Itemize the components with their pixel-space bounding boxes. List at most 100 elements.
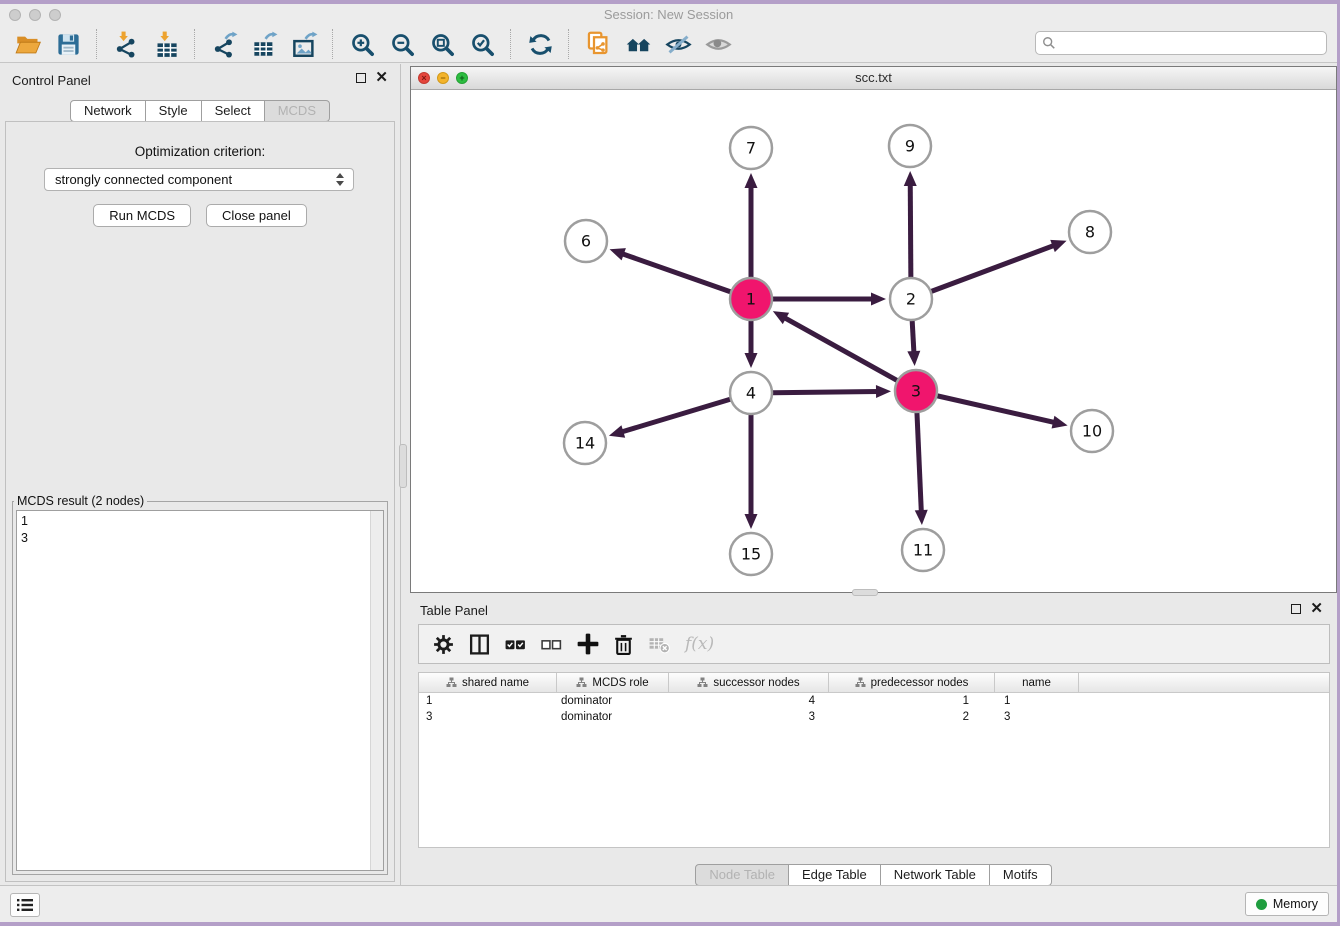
tab-mcds[interactable]: MCDS	[265, 100, 330, 122]
search-input[interactable]	[1056, 35, 1326, 51]
column-type-icon	[446, 677, 457, 688]
refresh-button[interactable]	[522, 28, 558, 60]
open-session-button[interactable]	[10, 28, 46, 60]
close-panel-button[interactable]: Close panel	[206, 204, 307, 227]
magnifier-plus-icon	[349, 31, 376, 58]
cell-mcds-role[interactable]: dominator	[557, 711, 669, 723]
import-table-button[interactable]	[148, 28, 184, 60]
window-title: Session: New Session	[0, 7, 1337, 22]
tab-motifs[interactable]: Motifs	[990, 864, 1052, 886]
graph-edge-arrowhead	[907, 351, 920, 366]
refresh-icon	[527, 31, 554, 58]
table-row[interactable]: 3 dominator 3 2 3	[419, 709, 1329, 725]
export-network-button[interactable]	[206, 28, 242, 60]
delete-column-button[interactable]	[609, 629, 638, 659]
graph-node-label: 10	[1082, 422, 1102, 441]
table-import-icon	[153, 31, 180, 58]
cell-mcds-role[interactable]: dominator	[557, 695, 669, 707]
application-window: Session: New Session	[0, 4, 1337, 922]
deselect-all-rows-button[interactable]	[537, 629, 566, 659]
graph-edge-arrowhead	[745, 173, 758, 188]
graph-edge-3-1[interactable]	[784, 318, 916, 391]
graph-edge-arrowhead	[610, 248, 626, 260]
mcds-result-list[interactable]: 1 3	[16, 510, 384, 871]
export-image-button[interactable]	[286, 28, 322, 60]
cell-name[interactable]: 1	[995, 695, 1079, 707]
cell-name[interactable]: 3	[995, 711, 1079, 723]
graph-edge-arrowhead	[876, 385, 891, 398]
control-panel-tabs: Network Style Select MCDS	[0, 100, 400, 122]
zoom-in-button[interactable]	[344, 28, 380, 60]
export-table-button[interactable]	[246, 28, 282, 60]
add-column-button[interactable]	[573, 629, 602, 659]
magnifier-fit-icon	[429, 31, 456, 58]
column-header-name[interactable]: name	[995, 673, 1079, 692]
close-panel-icon[interactable]: ✕	[375, 72, 388, 84]
graph-edge-2-8[interactable]	[911, 245, 1054, 299]
cell-predecessor-nodes[interactable]: 1	[829, 695, 995, 707]
delete-table-button[interactable]	[645, 629, 674, 659]
network-canvas[interactable]: 1234678910111415	[411, 90, 1336, 593]
column-header-shared-name[interactable]: shared name	[419, 673, 557, 692]
save-session-button[interactable]	[50, 28, 86, 60]
tab-edge-table[interactable]: Edge Table	[789, 864, 881, 886]
graph-edge-arrowhead	[745, 353, 758, 368]
mcds-result-title: MCDS result (2 nodes)	[14, 494, 147, 508]
run-mcds-button[interactable]: Run MCDS	[93, 204, 191, 227]
network-window-titlebar[interactable]: × − + scc.txt	[411, 67, 1336, 90]
show-column-panel-button[interactable]	[465, 629, 494, 659]
cell-predecessor-nodes[interactable]: 2	[829, 711, 995, 723]
search-field[interactable]	[1035, 31, 1327, 55]
column-header-mcds-role[interactable]: MCDS role	[557, 673, 669, 692]
tab-select[interactable]: Select	[202, 100, 265, 122]
import-network-button[interactable]	[108, 28, 144, 60]
cell-shared-name[interactable]: 3	[419, 711, 557, 723]
status-bar: Memory	[0, 885, 1337, 922]
zoom-out-button[interactable]	[384, 28, 420, 60]
horizontal-splitter-handle[interactable]	[852, 589, 878, 596]
float-table-panel-icon[interactable]	[1291, 604, 1301, 614]
hide-selected-button[interactable]	[660, 28, 696, 60]
float-panel-icon[interactable]	[356, 73, 366, 83]
first-neighbors-button[interactable]	[620, 28, 656, 60]
table-settings-button[interactable]	[429, 629, 458, 659]
optimization-criterion-label: Optimization criterion:	[6, 144, 394, 159]
graph-node-label: 3	[911, 382, 921, 401]
memory-button[interactable]: Memory	[1245, 892, 1329, 916]
toolbar-separator	[332, 29, 334, 59]
cell-successor-nodes[interactable]: 4	[669, 695, 829, 707]
zoom-selected-button[interactable]	[464, 28, 500, 60]
split-columns-icon	[468, 633, 491, 656]
tab-network-table[interactable]: Network Table	[881, 864, 990, 886]
table-panel: Table Panel ✕	[410, 596, 1337, 886]
zoom-fit-button[interactable]	[424, 28, 460, 60]
column-type-icon	[855, 677, 866, 688]
close-table-panel-icon[interactable]: ✕	[1310, 603, 1323, 615]
select-all-rows-button[interactable]	[501, 629, 530, 659]
result-scrollbar[interactable]	[370, 511, 383, 870]
criterion-dropdown[interactable]: strongly connected component	[44, 168, 354, 191]
graph-node-label: 8	[1085, 223, 1095, 242]
vertical-splitter-handle[interactable]	[399, 444, 407, 488]
network-export-icon	[211, 31, 238, 58]
tab-style[interactable]: Style	[146, 100, 202, 122]
graph-node-label: 15	[741, 545, 761, 564]
graph-edge-arrowhead	[915, 510, 928, 525]
cell-successor-nodes[interactable]: 3	[669, 711, 829, 723]
task-history-button[interactable]	[10, 893, 40, 917]
main-titlebar[interactable]: Session: New Session	[0, 4, 1337, 27]
magnifier-minus-icon	[389, 31, 416, 58]
mcds-result-item: 3	[21, 530, 383, 547]
eye-icon	[705, 31, 732, 58]
column-header-predecessor-nodes[interactable]: predecessor nodes	[829, 673, 995, 692]
network-from-selection-button[interactable]	[580, 28, 616, 60]
tab-node-table[interactable]: Node Table	[695, 864, 789, 886]
cell-shared-name[interactable]: 1	[419, 695, 557, 707]
table-panel-title: Table Panel	[420, 603, 488, 618]
graph-node-label: 14	[575, 434, 595, 453]
column-header-successor-nodes[interactable]: successor nodes	[669, 673, 829, 692]
show-all-button[interactable]	[700, 28, 736, 60]
table-row[interactable]: 1 dominator 4 1 1	[419, 693, 1329, 709]
function-builder-button[interactable]: f(x)	[685, 634, 714, 654]
tab-network[interactable]: Network	[70, 100, 146, 122]
